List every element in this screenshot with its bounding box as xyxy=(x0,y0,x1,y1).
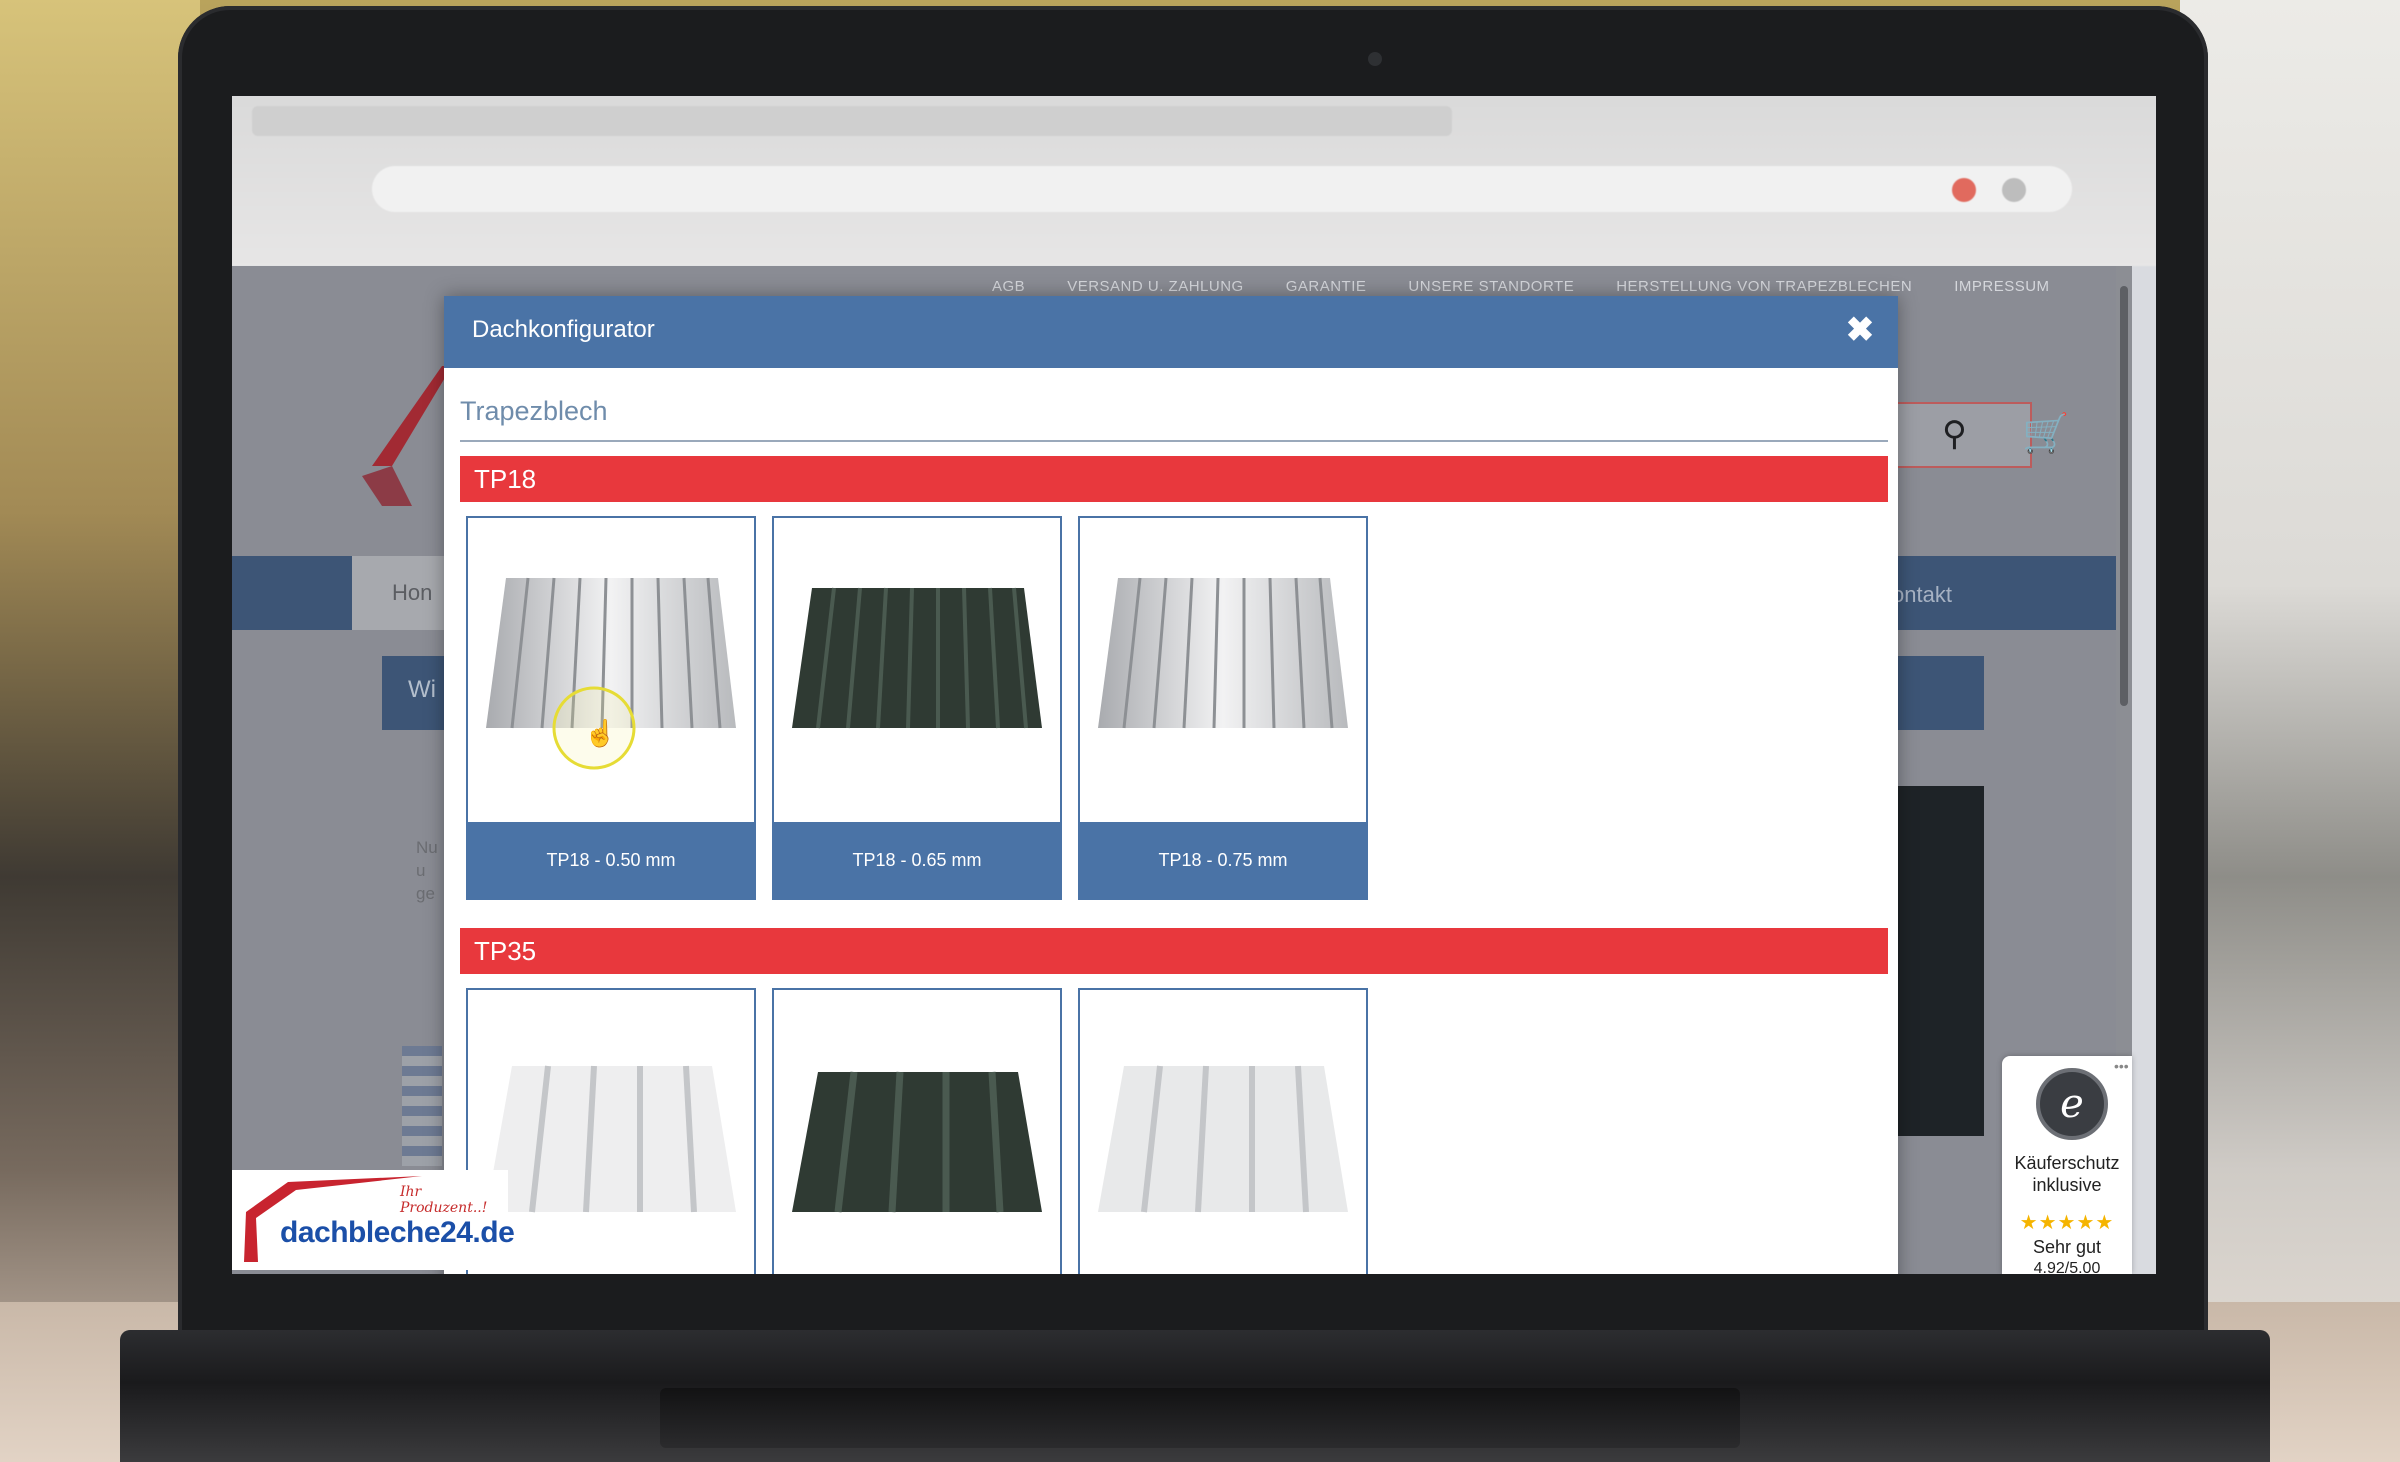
category-divider xyxy=(460,440,1888,442)
modal-title: Dachkonfigurator xyxy=(472,316,655,343)
top-link[interactable]: HERSTELLUNG VON TRAPEZBLECHEN xyxy=(1616,278,1912,295)
product-image xyxy=(1080,518,1366,818)
top-link[interactable]: GARANTIE xyxy=(1286,278,1367,295)
scrollbar-thumb[interactable] xyxy=(2120,286,2128,706)
background-right xyxy=(2180,0,2400,1462)
section-heading-right xyxy=(1892,656,1984,730)
laptop-keyboard-edge xyxy=(660,1388,1740,1448)
dark-banner xyxy=(1892,786,1984,1136)
side-text: Nu u ge xyxy=(416,836,438,905)
search-icon[interactable]: ⚲ xyxy=(1942,414,1967,454)
section-heading: Wi xyxy=(382,656,444,730)
modal-header: Dachkonfigurator ✖ xyxy=(444,296,1898,368)
top-link[interactable]: AGB xyxy=(992,278,1025,295)
side-image xyxy=(402,1046,442,1166)
group-label: TP35 xyxy=(474,936,537,966)
configurator-modal: Dachkonfigurator ✖ Trapezblech TP18 ☝ TP… xyxy=(444,296,1898,1274)
address-bar[interactable] xyxy=(372,166,2072,212)
product-label: TP18 - 0.50 mm xyxy=(468,822,754,898)
category-title: Trapezblech xyxy=(460,396,608,426)
brand-name: dachbleche24.de xyxy=(280,1216,515,1249)
camera-icon xyxy=(1368,52,1382,66)
group-header-tp18: TP18 xyxy=(460,456,1888,502)
product-image xyxy=(468,518,754,818)
cart-icon[interactable]: 🛒 xyxy=(2022,412,2069,456)
product-label: TP18 - 0.65 mm xyxy=(774,822,1060,898)
background-left xyxy=(0,0,200,1462)
group-label: TP18 xyxy=(474,464,537,494)
buyer-protection-text: Käuferschutz xyxy=(2014,1153,2120,1173)
rating-text: Sehr gut xyxy=(2032,1237,2102,1257)
product-label: TP18 - 0.75 mm xyxy=(1080,822,1366,898)
buyer-protection-subtext: inklusive xyxy=(2032,1175,2102,1195)
side-text-line: Nu xyxy=(416,838,438,857)
rating-stars: ★★★★★ xyxy=(2019,1212,2115,1234)
product-card-tp35-white-2[interactable] xyxy=(1078,988,1368,1274)
product-image xyxy=(774,518,1060,818)
side-text-line: u xyxy=(416,861,426,880)
product-image xyxy=(774,990,1060,1274)
top-link[interactable]: VERSAND U. ZAHLUNG xyxy=(1067,278,1244,295)
side-text-line: ge xyxy=(416,884,435,903)
more-icon[interactable]: ••• xyxy=(2114,1058,2129,1074)
laptop-screen: AGB VERSAND U. ZAHLUNG GARANTIE UNSERE STAN… xyxy=(232,96,2156,1274)
brand-watermark: Ihr Produzent..! dachbleche24.de xyxy=(232,1170,515,1270)
trusted-shops-seal-icon: e xyxy=(2036,1068,2108,1140)
group-header-tp35: TP35 xyxy=(460,928,1888,974)
brand-tagline: Ihr Produzent..! xyxy=(400,1184,488,1216)
product-card-tp18-075[interactable]: TP18 - 0.75 mm xyxy=(1078,516,1368,900)
top-link[interactable]: IMPRESSUM xyxy=(1954,278,2049,295)
trusted-shops-badge[interactable]: ••• e Käuferschutz inklusive ★★★★★ Sehr … xyxy=(2002,1056,2132,1274)
menu-icon[interactable] xyxy=(2002,178,2026,202)
nav-item-home[interactable]: Hon xyxy=(352,556,448,630)
browser-chrome xyxy=(232,96,2156,266)
top-links: AGB VERSAND U. ZAHLUNG GARANTIE UNSERE STAN… xyxy=(992,278,2092,295)
product-image xyxy=(1080,990,1366,1274)
product-card-tp35-green[interactable] xyxy=(772,988,1062,1274)
product-card-tp18-065[interactable]: TP18 - 0.65 mm xyxy=(772,516,1062,900)
browser-tabs[interactable] xyxy=(252,106,1452,136)
extension-icon[interactable] xyxy=(1952,178,1976,202)
close-icon[interactable]: ✖ xyxy=(1840,308,1880,352)
nav-item-contact[interactable]: ontakt xyxy=(1892,582,1952,608)
top-link[interactable]: UNSERE STANDORTE xyxy=(1408,278,1574,295)
pointer-hand-icon: ☝ xyxy=(584,718,617,748)
rating-score: 4.92/5.00 xyxy=(2033,1260,2101,1274)
product-card-tp18-050[interactable]: ☝ TP18 - 0.50 mm xyxy=(466,516,756,900)
